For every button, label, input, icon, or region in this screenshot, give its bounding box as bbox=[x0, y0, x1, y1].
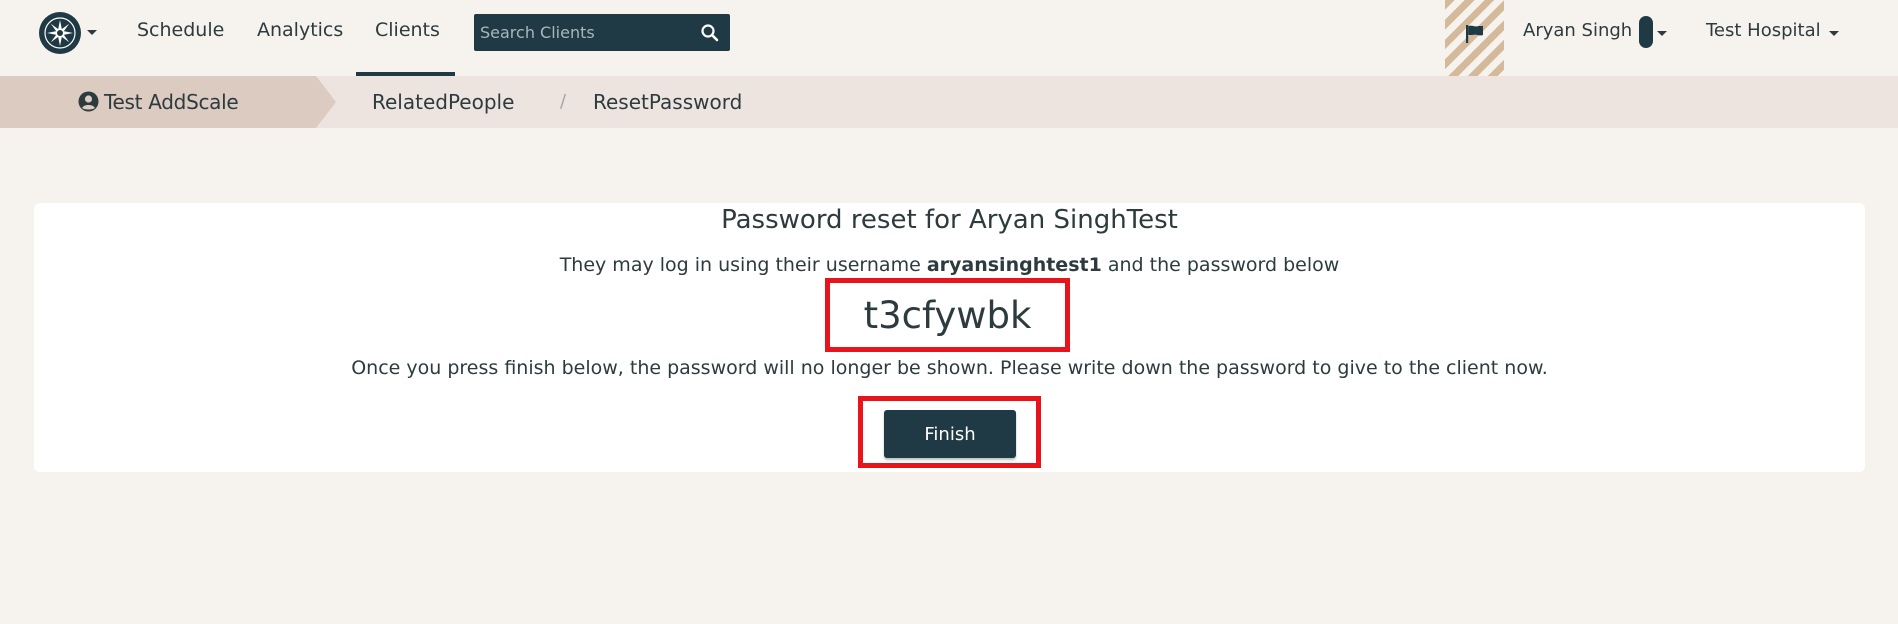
breadcrumb-client-label: Test AddScale bbox=[104, 90, 239, 114]
logo-menu-caret-icon[interactable] bbox=[87, 30, 97, 35]
generated-password: t3cfywbk bbox=[863, 293, 1032, 337]
organization-menu-caret-icon[interactable] bbox=[1829, 31, 1839, 36]
user-name-menu[interactable]: Aryan Singh bbox=[1523, 20, 1632, 41]
search-clients-input[interactable] bbox=[480, 19, 680, 45]
finish-button[interactable]: Finish bbox=[884, 410, 1016, 458]
breadcrumb-separator: / bbox=[560, 91, 567, 112]
login-info-suffix: and the password below bbox=[1107, 254, 1340, 276]
breadcrumb: Test AddScale RelatedPeople / ResetPassw… bbox=[0, 76, 1898, 128]
login-info-text: They may log in using their username ary… bbox=[34, 254, 1865, 276]
user-avatar-pill[interactable] bbox=[1639, 16, 1653, 48]
breadcrumb-related-people[interactable]: RelatedPeople bbox=[372, 90, 514, 114]
user-menu-caret-icon[interactable] bbox=[1657, 31, 1667, 36]
top-navbar: Schedule Analytics Clients Aryan Singh T… bbox=[0, 0, 1898, 76]
flag-tile[interactable] bbox=[1445, 0, 1504, 76]
nav-clients-link[interactable]: Clients bbox=[375, 19, 440, 41]
nav-analytics-link[interactable]: Analytics bbox=[257, 19, 343, 41]
password-highlight-box: t3cfywbk bbox=[825, 278, 1070, 352]
breadcrumb-reset-password: ResetPassword bbox=[593, 90, 743, 114]
username-value: aryansinghtest1 bbox=[926, 254, 1102, 276]
search-icon[interactable] bbox=[700, 23, 720, 43]
nav-schedule-link[interactable]: Schedule bbox=[137, 19, 224, 41]
login-info-prefix: They may log in using their username bbox=[559, 254, 921, 276]
search-box bbox=[474, 14, 730, 51]
flag-icon bbox=[1466, 25, 1483, 43]
starburst-logo-icon[interactable] bbox=[39, 12, 81, 54]
password-reset-card: Password reset for Aryan SinghTest They … bbox=[34, 203, 1865, 472]
organization-menu[interactable]: Test Hospital bbox=[1706, 20, 1821, 41]
card-title: Password reset for Aryan SinghTest bbox=[721, 205, 1178, 235]
user-circle-icon bbox=[78, 91, 99, 112]
warning-text: Once you press finish below, the passwor… bbox=[351, 357, 1548, 379]
breadcrumb-client[interactable]: Test AddScale bbox=[0, 76, 336, 128]
